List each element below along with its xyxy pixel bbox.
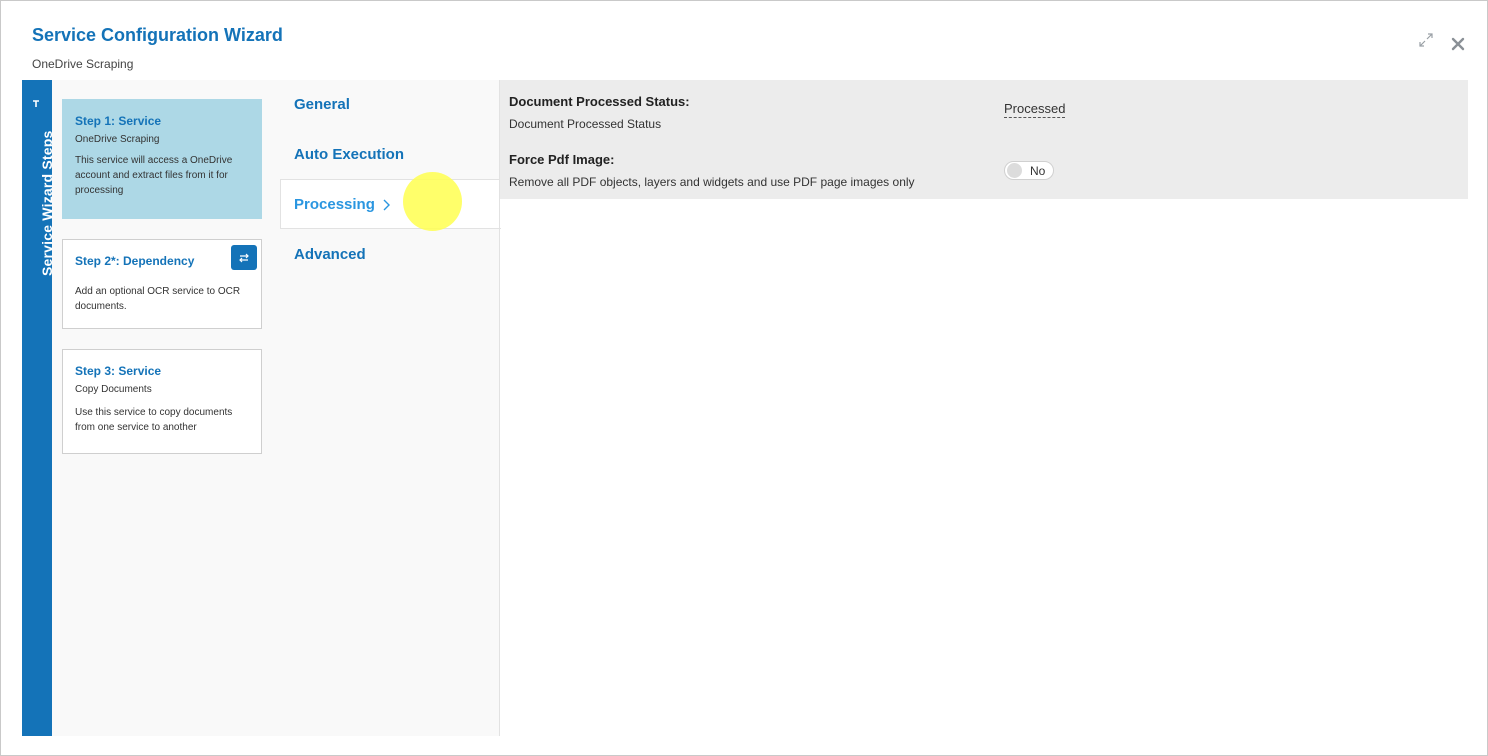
expand-icon[interactable] — [1417, 31, 1435, 54]
document-processed-status-label: Document Processed Status: — [509, 94, 690, 109]
close-icon[interactable] — [1450, 36, 1466, 57]
tab-processing[interactable]: Processing — [294, 196, 375, 213]
force-pdf-image-description: Remove all PDF objects, layers and widge… — [509, 175, 915, 189]
wizard-window: Service Configuration Wizard OneDrive Sc… — [0, 0, 1488, 756]
step-title: Step 3: Service — [75, 364, 162, 378]
tab-auto-execution[interactable]: Auto Execution — [294, 146, 404, 163]
step-description: This service will access a OneDrive acco… — [75, 155, 233, 196]
step-card-1[interactable]: Step 1: Service OneDrive Scraping This s… — [62, 99, 262, 219]
force-pdf-image-toggle[interactable]: No — [1004, 161, 1054, 180]
cursor-highlight — [403, 172, 462, 231]
tab-advanced[interactable]: Advanced — [294, 246, 366, 263]
chevron-right-icon — [382, 198, 392, 217]
toggle-value: No — [1030, 164, 1046, 178]
swap-icon[interactable] — [231, 245, 257, 270]
step-card-2[interactable]: Step 2*: Dependency Add an optional OCR … — [62, 239, 262, 329]
step-title: Step 1: Service — [75, 114, 162, 128]
tab-general[interactable]: General — [294, 96, 350, 113]
step-title: Step 2*: Dependency — [75, 254, 195, 268]
wizard-title: Service Configuration Wizard — [32, 25, 283, 45]
document-processed-status-select[interactable]: Processed — [1004, 101, 1066, 118]
force-pdf-image-label: Force Pdf Image: — [509, 152, 615, 167]
toggle-knob — [1007, 163, 1022, 178]
step-card-3[interactable]: Step 3: Service Copy Documents Use this … — [62, 349, 262, 454]
document-processed-status-description: Document Processed Status — [509, 117, 662, 131]
step-name: OneDrive Scraping — [75, 134, 160, 145]
step-name: Copy Documents — [75, 384, 152, 395]
step-description: Use this service to copy documents from … — [75, 407, 233, 433]
pin-icon[interactable] — [31, 96, 41, 114]
wizard-subtitle: OneDrive Scraping — [32, 57, 134, 71]
step-description: Add an optional OCR service to OCR docum… — [75, 286, 241, 312]
